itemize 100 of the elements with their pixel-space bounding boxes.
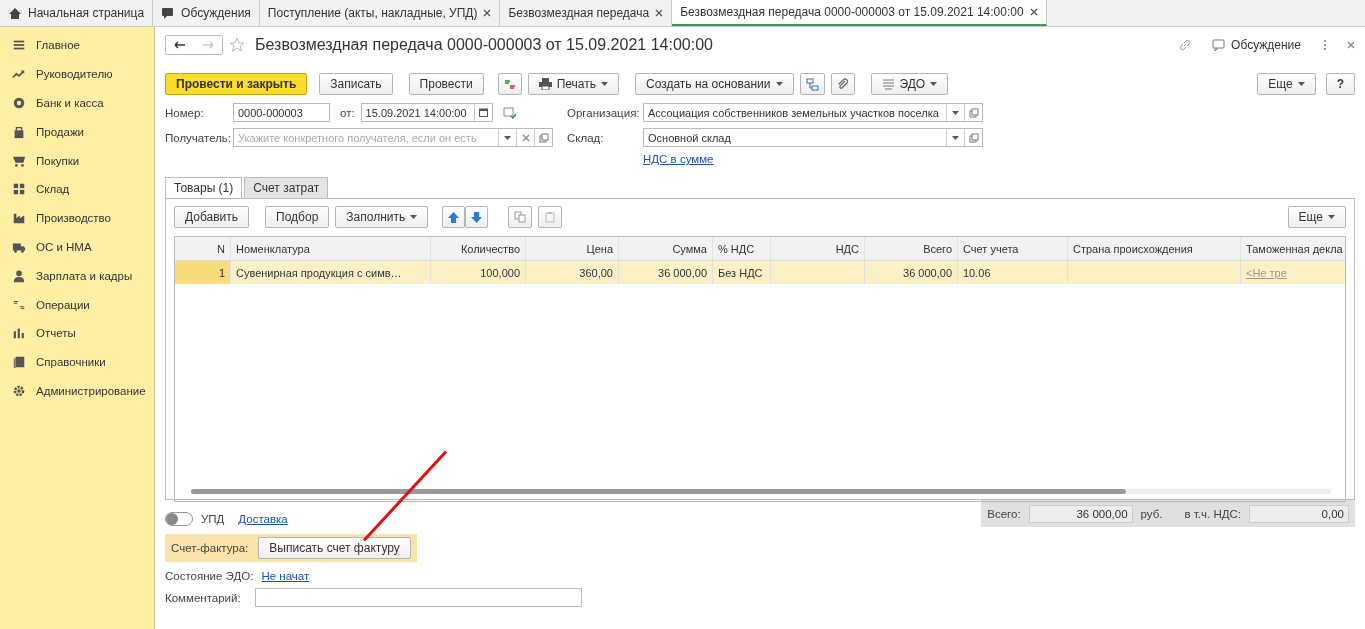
tab[interactable]: Товары (1): [165, 177, 243, 198]
sidebar-item[interactable]: Зарплата и кадры: [0, 261, 154, 291]
close-icon[interactable]: [1347, 41, 1355, 49]
sidebar-item[interactable]: Продажи: [0, 117, 154, 147]
fill-button[interactable]: Заполнить: [335, 206, 429, 228]
sidebar-item[interactable]: Справочники: [0, 347, 154, 377]
organization-field[interactable]: Ассоциация собственников земельных участков поселка: [643, 103, 983, 122]
close-icon[interactable]: [521, 133, 530, 142]
paperclip-icon: [836, 77, 849, 91]
comment-field[interactable]: [255, 588, 582, 607]
column-header[interactable]: Таможенная декла: [1241, 237, 1345, 260]
number-field[interactable]: 0000-000003: [233, 103, 330, 122]
issue-invoice-button[interactable]: Выписать счет фактуру: [258, 537, 411, 559]
vat-link[interactable]: НДС в сумме: [643, 153, 714, 165]
chat-icon: [1212, 38, 1227, 52]
caret-icon: [775, 82, 783, 86]
pick-button[interactable]: Подбор: [265, 206, 330, 228]
paste-button[interactable]: [538, 206, 563, 228]
open-icon[interactable]: [538, 132, 549, 143]
factory-icon: [12, 211, 26, 226]
delivery-link[interactable]: Доставка: [238, 513, 288, 525]
window-tab[interactable]: Безвозмездная передача 0000-000003 от 15.09.2021 14:00:00: [672, 0, 1047, 26]
caret-icon: [504, 135, 511, 140]
move-up-button[interactable]: [442, 206, 466, 228]
create-based-on-button[interactable]: Создать на основании: [635, 73, 794, 95]
tab[interactable]: Счет затрат: [244, 177, 329, 198]
column-header[interactable]: Сумма: [619, 237, 713, 260]
link-icon[interactable]: [1178, 38, 1193, 52]
debit-credit-button[interactable]: [497, 73, 522, 95]
debit-credit-icon: [503, 78, 516, 90]
open-icon[interactable]: [968, 132, 979, 143]
column-header[interactable]: % НДС: [713, 237, 771, 260]
sidebar-item[interactable]: Отчеты: [0, 318, 154, 348]
save-button[interactable]: Записать: [319, 73, 393, 95]
sidebar-item[interactable]: Администрирование: [0, 376, 154, 406]
column-header[interactable]: Номенклатура: [231, 237, 431, 260]
toggle-label: УПД: [201, 513, 225, 525]
copy-icon: [514, 211, 527, 223]
caret-icon: [952, 110, 959, 115]
help-button[interactable]: ?: [1325, 73, 1355, 95]
field-label: Номер:: [165, 106, 205, 119]
column-header[interactable]: Страна происхождения: [1068, 237, 1241, 260]
caret-icon: [1328, 215, 1335, 219]
sidebar-item[interactable]: Банк и касса: [0, 88, 154, 118]
table-cell: 360,00: [579, 266, 613, 279]
close-icon[interactable]: [483, 9, 492, 17]
caret-icon: [601, 82, 608, 86]
forward-arrow-icon: [202, 41, 214, 49]
sidebar-item[interactable]: Склад: [0, 175, 154, 204]
table-cell: 36 000,00: [658, 266, 707, 279]
more-button[interactable]: Еще: [1287, 206, 1346, 228]
more-icon[interactable]: [1323, 39, 1327, 51]
sidebar-item[interactable]: ОС и НМА: [0, 232, 154, 262]
home-icon: [8, 6, 22, 20]
table-cell: 1: [218, 266, 225, 279]
column-header[interactable]: N: [175, 237, 231, 260]
edo-status-link[interactable]: Не начат: [261, 570, 310, 582]
close-icon[interactable]: [1029, 8, 1038, 16]
caret-icon: [930, 82, 938, 86]
sidebar-item[interactable]: Руководителю: [0, 59, 154, 89]
sidebar-item[interactable]: Производство: [0, 203, 154, 233]
open-icon[interactable]: [968, 107, 979, 118]
post-and-close-button[interactable]: Провести и закрыть: [165, 73, 308, 95]
caret-icon: [410, 215, 418, 219]
warehouse-field[interactable]: Основной склад: [643, 128, 983, 147]
star-icon[interactable]: [229, 37, 245, 53]
down-arrow-icon: [471, 211, 483, 223]
calendar-icon[interactable]: [478, 108, 488, 117]
table-cell: Без НДС: [718, 266, 763, 279]
close-icon[interactable]: [655, 9, 664, 17]
column-header[interactable]: НДС: [771, 237, 865, 260]
date-field[interactable]: 15.09.2021 14:00:00: [360, 103, 493, 122]
attachment-button[interactable]: [830, 73, 855, 95]
sidebar-item[interactable]: Покупки: [0, 146, 154, 175]
add-button[interactable]: Добавить: [174, 206, 250, 228]
person-icon: [12, 268, 26, 283]
window-title: Безвозмездная передача 0000-000003 от 15.09.2021 14:00:00: [255, 36, 713, 54]
sidebar-item[interactable]: Операции: [0, 290, 154, 319]
field-label: от:: [340, 106, 355, 119]
vat-total-field: 0,00: [1249, 504, 1349, 523]
table-cell: 100,000: [480, 266, 520, 279]
more-button[interactable]: Еще: [1257, 73, 1316, 95]
structure-button[interactable]: [799, 73, 825, 95]
move-down-button[interactable]: [465, 206, 489, 228]
column-header[interactable]: Количество: [431, 237, 526, 260]
column-header[interactable]: Счет учета: [958, 237, 1068, 260]
sidebar-item[interactable]: Главное: [0, 31, 154, 60]
chat-icon: [161, 6, 176, 20]
up-arrow-icon: [448, 211, 460, 223]
discussion-button[interactable]: Обсуждение: [1212, 38, 1301, 52]
edo-button[interactable]: ЭДО: [870, 73, 949, 95]
column-header[interactable]: Цена: [526, 237, 619, 260]
upd-toggle[interactable]: [165, 512, 193, 526]
post-button[interactable]: Провести: [408, 73, 484, 95]
grid-icon: [12, 182, 26, 197]
bars-icon: [12, 326, 26, 341]
note-check-icon[interactable]: [502, 106, 517, 119]
copy-button[interactable]: [508, 206, 533, 228]
column-header[interactable]: Всего: [865, 237, 958, 260]
print-button[interactable]: Печать: [527, 73, 619, 95]
